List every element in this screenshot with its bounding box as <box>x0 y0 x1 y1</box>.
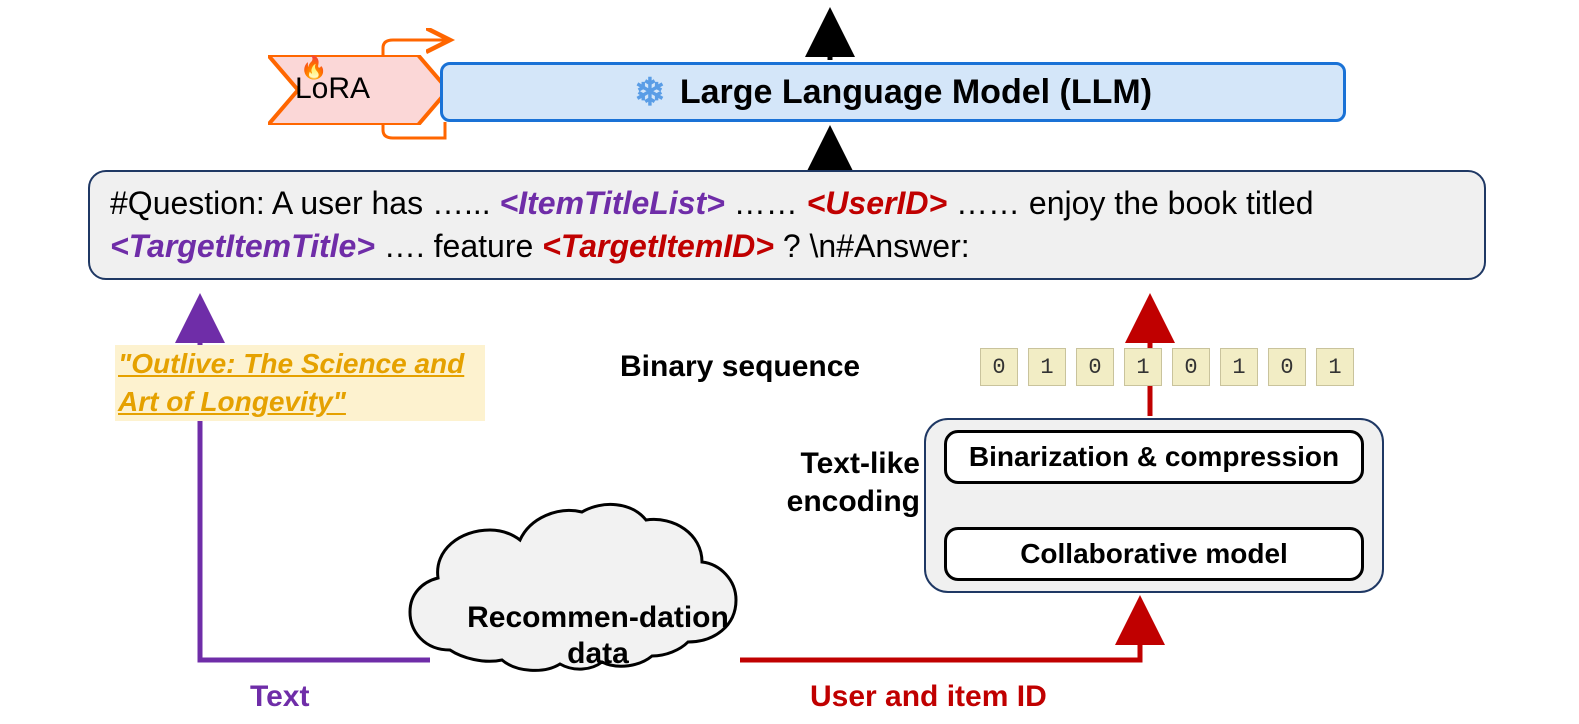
bit-cell: 1 <box>1028 348 1066 386</box>
collaborative-model-box: Collaborative model <box>944 527 1364 581</box>
bit-cell: 0 <box>1268 348 1306 386</box>
bit-cell: 1 <box>1124 348 1162 386</box>
edge-label-ids: User and item ID <box>810 680 1047 714</box>
token-itemtitlelist: <ItemTitleList> <box>500 185 725 221</box>
llm-title: Large Language Model (LLM) <box>680 73 1152 112</box>
bit-cell: 1 <box>1220 348 1258 386</box>
encoding-box: Binarization & compression Collaborative… <box>924 418 1384 593</box>
bit-cell: 0 <box>1076 348 1114 386</box>
prompt-suffix: ? \n#Answer: <box>783 228 970 264</box>
prompt-mid1: …… <box>734 185 807 221</box>
bit-cell: 0 <box>980 348 1018 386</box>
example-item-title: "Outlive: The Science and Art of Longevi… <box>115 345 485 421</box>
snowflake-icon: ❄ <box>634 70 666 115</box>
edge-label-text: Text <box>250 680 309 714</box>
binary-sequence-label: Binary sequence <box>620 350 860 384</box>
encoding-label: Text-like encoding <box>760 445 920 520</box>
prompt-box: #Question: A user has …... <ItemTitleLis… <box>88 170 1486 280</box>
prompt-mid3: …. feature <box>384 228 542 264</box>
token-targetitemid: <TargetItemID> <box>542 228 774 264</box>
cloud-label: Recommen-dation data <box>448 600 748 672</box>
lora-label: LoRA <box>295 72 370 106</box>
prompt-mid2: …… enjoy the book titled <box>956 185 1314 221</box>
binary-sequence: 0 1 0 1 0 1 0 1 <box>980 348 1354 386</box>
bit-cell: 1 <box>1316 348 1354 386</box>
prompt-prefix: #Question: A user has …... <box>110 185 500 221</box>
llm-box: ❄ Large Language Model (LLM) <box>440 62 1346 122</box>
token-userid: <UserID> <box>807 185 948 221</box>
token-targetitemtitle: <TargetItemTitle> <box>110 228 375 264</box>
bit-cell: 0 <box>1172 348 1210 386</box>
binarization-box: Binarization & compression <box>944 430 1364 484</box>
